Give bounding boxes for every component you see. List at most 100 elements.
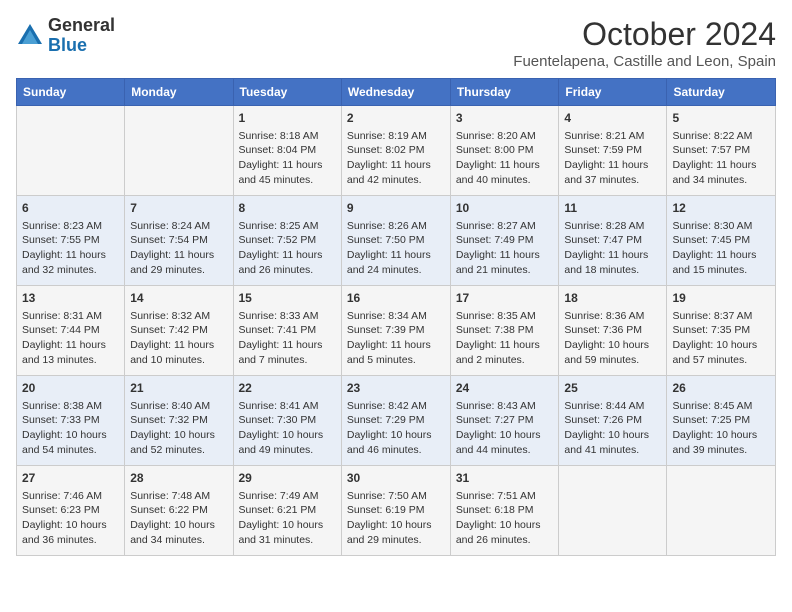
day-info-line: Daylight: 11 hours and 26 minutes. [239, 248, 336, 277]
day-info-line: Sunrise: 8:43 AM [456, 399, 554, 414]
day-info-line: Sunrise: 8:33 AM [239, 309, 336, 324]
calendar-cell [125, 106, 233, 196]
day-info-line: Sunrise: 8:34 AM [347, 309, 445, 324]
day-number: 9 [347, 200, 445, 217]
day-info-line: Daylight: 11 hours and 37 minutes. [564, 158, 661, 187]
day-info-line: Daylight: 10 hours and 54 minutes. [22, 428, 119, 457]
day-info-line: Daylight: 10 hours and 39 minutes. [672, 428, 770, 457]
calendar-cell: 11Sunrise: 8:28 AMSunset: 7:47 PMDayligh… [559, 196, 667, 286]
day-info-line: Sunset: 7:57 PM [672, 143, 770, 158]
day-info-line: Sunrise: 8:19 AM [347, 129, 445, 144]
day-number: 23 [347, 380, 445, 397]
calendar-table: SundayMondayTuesdayWednesdayThursdayFrid… [16, 78, 776, 556]
day-info-line: Sunrise: 8:44 AM [564, 399, 661, 414]
calendar-cell: 31Sunrise: 7:51 AMSunset: 6:18 PMDayligh… [450, 466, 559, 556]
day-info-line: Daylight: 11 hours and 21 minutes. [456, 248, 554, 277]
calendar-cell: 16Sunrise: 8:34 AMSunset: 7:39 PMDayligh… [341, 286, 450, 376]
day-number: 29 [239, 470, 336, 487]
day-info-line: Sunrise: 8:42 AM [347, 399, 445, 414]
day-info-line: Sunrise: 7:50 AM [347, 489, 445, 504]
week-row-2: 6Sunrise: 8:23 AMSunset: 7:55 PMDaylight… [17, 196, 776, 286]
day-number: 4 [564, 110, 661, 127]
day-number: 31 [456, 470, 554, 487]
day-info-line: Sunset: 7:55 PM [22, 233, 119, 248]
title-block: October 2024 Fuentelapena, Castille and … [513, 16, 776, 70]
calendar-header: SundayMondayTuesdayWednesdayThursdayFrid… [17, 79, 776, 106]
calendar-cell: 26 Sunrise: 8:45 AMSunset: 7:25 PMDayligh… [667, 376, 776, 466]
day-info-line: Sunset: 7:47 PM [564, 233, 661, 248]
day-info-line: Daylight: 10 hours and 26 minutes. [456, 518, 554, 547]
day-info-line: Daylight: 11 hours and 29 minutes. [130, 248, 227, 277]
day-number: 24 [456, 380, 554, 397]
header-monday: Monday [125, 79, 233, 106]
calendar-cell: 17Sunrise: 8:35 AMSunset: 7:38 PMDayligh… [450, 286, 559, 376]
day-number: 16 [347, 290, 445, 307]
day-info-line: Sunrise: 8:18 AM [239, 129, 336, 144]
day-info-line: Sunrise: 8:30 AM [672, 219, 770, 234]
day-info-line: Daylight: 11 hours and 32 minutes. [22, 248, 119, 277]
day-info-line: Sunrise: 8:45 AM [672, 399, 770, 414]
day-number: 11 [564, 200, 661, 217]
day-info-line: Sunrise: 7:49 AM [239, 489, 336, 504]
day-info-line: Sunrise: 8:22 AM [672, 129, 770, 144]
logo-blue-text: Blue [48, 35, 87, 55]
day-info-line: Sunset: 7:39 PM [347, 323, 445, 338]
day-info-line: Sunset: 7:38 PM [456, 323, 554, 338]
day-info-line: Sunrise: 7:46 AM [22, 489, 119, 504]
day-info-line: Sunrise: 8:35 AM [456, 309, 554, 324]
day-number: 3 [456, 110, 554, 127]
day-info-line: Sunset: 7:44 PM [22, 323, 119, 338]
day-info-line: Sunrise: 7:48 AM [130, 489, 227, 504]
day-info-line: Daylight: 11 hours and 13 minutes. [22, 338, 119, 367]
day-info-line: Sunset: 7:41 PM [239, 323, 336, 338]
calendar-cell: 19Sunrise: 8:37 AMSunset: 7:35 PMDayligh… [667, 286, 776, 376]
day-info-line: Sunset: 7:49 PM [456, 233, 554, 248]
calendar-cell: 23Sunrise: 8:42 AMSunset: 7:29 PMDayligh… [341, 376, 450, 466]
week-row-4: 20Sunrise: 8:38 AMSunset: 7:33 PMDayligh… [17, 376, 776, 466]
day-info-line: Daylight: 10 hours and 36 minutes. [22, 518, 119, 547]
day-info-line: Sunset: 7:36 PM [564, 323, 661, 338]
day-info-line: Sunset: 8:02 PM [347, 143, 445, 158]
page-header: General Blue October 2024 Fuentelapena, … [16, 16, 776, 70]
calendar-cell: 29Sunrise: 7:49 AMSunset: 6:21 PMDayligh… [233, 466, 341, 556]
day-number: 30 [347, 470, 445, 487]
day-info-line: Sunset: 7:30 PM [239, 413, 336, 428]
calendar-cell: 15Sunrise: 8:33 AMSunset: 7:41 PMDayligh… [233, 286, 341, 376]
calendar-cell: 3Sunrise: 8:20 AMSunset: 8:00 PMDaylight… [450, 106, 559, 196]
day-number: 25 [564, 380, 661, 397]
day-info-line: Sunrise: 8:23 AM [22, 219, 119, 234]
calendar-cell: 20Sunrise: 8:38 AMSunset: 7:33 PMDayligh… [17, 376, 125, 466]
week-row-5: 27Sunrise: 7:46 AMSunset: 6:23 PMDayligh… [17, 466, 776, 556]
calendar-cell: 13Sunrise: 8:31 AMSunset: 7:44 PMDayligh… [17, 286, 125, 376]
day-info-line: Sunrise: 8:41 AM [239, 399, 336, 414]
day-info-line: Sunrise: 8:36 AM [564, 309, 661, 324]
calendar-cell: 1Sunrise: 8:18 AMSunset: 8:04 PMDaylight… [233, 106, 341, 196]
day-info-line: Daylight: 10 hours and 57 minutes. [672, 338, 770, 367]
day-info-line: Daylight: 10 hours and 59 minutes. [564, 338, 661, 367]
day-number: 22 [239, 380, 336, 397]
day-info-line: Daylight: 10 hours and 34 minutes. [130, 518, 227, 547]
day-number: 14 [130, 290, 227, 307]
day-info-line: Daylight: 11 hours and 18 minutes. [564, 248, 661, 277]
day-info-line: Sunset: 7:29 PM [347, 413, 445, 428]
header-saturday: Saturday [667, 79, 776, 106]
calendar-cell: 18Sunrise: 8:36 AMSunset: 7:36 PMDayligh… [559, 286, 667, 376]
calendar-cell [667, 466, 776, 556]
day-number: 10 [456, 200, 554, 217]
day-number: 26 [672, 380, 770, 397]
day-info-line: Sunset: 6:21 PM [239, 503, 336, 518]
day-info-line: Sunset: 7:25 PM [672, 413, 770, 428]
calendar-cell: 30Sunrise: 7:50 AMSunset: 6:19 PMDayligh… [341, 466, 450, 556]
day-info-line: Sunset: 6:18 PM [456, 503, 554, 518]
day-info-line: Sunrise: 8:38 AM [22, 399, 119, 414]
day-info-line: Daylight: 11 hours and 10 minutes. [130, 338, 227, 367]
day-info-line: Sunset: 7:54 PM [130, 233, 227, 248]
day-info-line: Sunset: 8:00 PM [456, 143, 554, 158]
day-number: 5 [672, 110, 770, 127]
calendar-cell: 8Sunrise: 8:25 AMSunset: 7:52 PMDaylight… [233, 196, 341, 286]
day-info-line: Sunset: 7:35 PM [672, 323, 770, 338]
day-info-line: Sunset: 7:52 PM [239, 233, 336, 248]
calendar-body: 1Sunrise: 8:18 AMSunset: 8:04 PMDaylight… [17, 106, 776, 556]
calendar-cell: 28Sunrise: 7:48 AMSunset: 6:22 PMDayligh… [125, 466, 233, 556]
calendar-cell: 21Sunrise: 8:40 AMSunset: 7:32 PMDayligh… [125, 376, 233, 466]
